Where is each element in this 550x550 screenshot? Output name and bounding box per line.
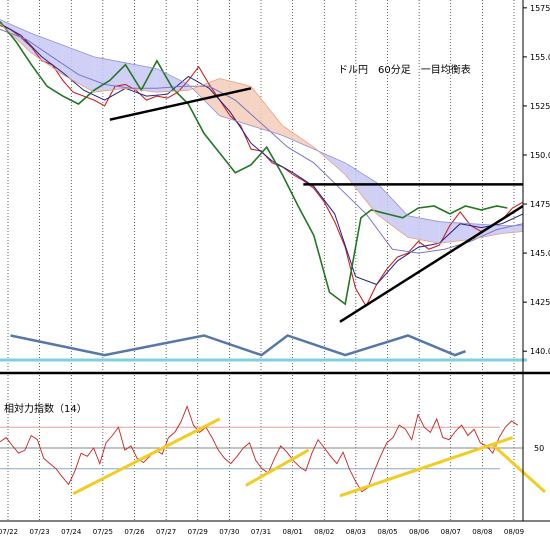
price-tick-label: 145.0 xyxy=(530,249,550,258)
date-tick-label: 07/29 xyxy=(188,528,208,536)
rsi-tick-label: 50 xyxy=(534,444,544,453)
date-tick-label: 08/09 xyxy=(504,528,524,536)
date-tick-label: 08/08 xyxy=(472,528,492,536)
date-tick-label: 08/06 xyxy=(409,528,430,536)
date-tick-label: 07/23 xyxy=(30,528,50,536)
price-tick-label: 140.0 xyxy=(530,347,550,356)
date-tick-label: 07/24 xyxy=(61,528,82,536)
date-tick-label: 08/03 xyxy=(346,528,366,536)
price-tick-label: 1425 xyxy=(530,298,550,307)
price-tick-label: 155.0 xyxy=(530,53,550,62)
date-tick-label: 08/01 xyxy=(283,528,303,536)
date-tick-label: 08/02 xyxy=(314,528,334,536)
date-tick-label: 08/05 xyxy=(377,528,397,536)
price-tick-label: 1575 xyxy=(530,4,550,13)
rsi-label: 相対力指数（14） xyxy=(4,402,87,415)
date-tick-label: 07/27 xyxy=(156,528,176,536)
date-tick-label: 07/26 xyxy=(124,528,145,536)
date-tick-label: 08/07 xyxy=(441,528,461,536)
date-tick-label: 07/31 xyxy=(251,528,271,536)
chart-title: ドル円 60分足 一目均衡表 xyxy=(338,63,471,76)
chart: 50 07/22 07/23 07/24 07/25 07/26 07/27 07/29 07… xyxy=(0,0,550,550)
price-tick-label: 1475 xyxy=(530,200,550,209)
date-tick-label: 07/25 xyxy=(93,528,113,536)
price-tick-label: 1525 xyxy=(530,102,550,111)
price-tick-label: 150.0 xyxy=(530,151,550,160)
date-tick-label: 07/30 xyxy=(219,528,239,536)
date-tick-label: 07/22 xyxy=(0,528,18,536)
